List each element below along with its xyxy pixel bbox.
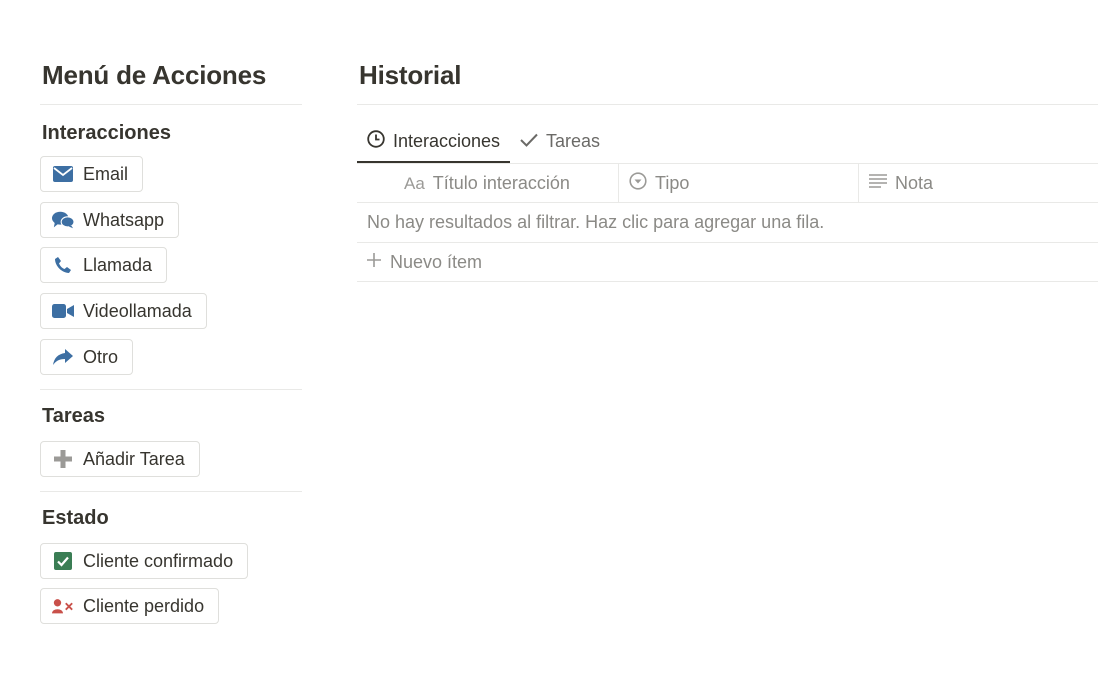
column-header-nota-label: Nota <box>895 173 934 193</box>
column-separator <box>858 164 859 203</box>
select-icon <box>629 172 647 195</box>
otro-button-label: Otro <box>83 346 119 367</box>
column-header-titulo[interactable]: Aa Título interacción <box>404 164 570 203</box>
add-task-button[interactable]: Añadir Tarea <box>40 441 200 477</box>
confirmed-client-button-label: Cliente confirmado <box>83 550 234 571</box>
divider <box>357 104 1098 105</box>
otro-button[interactable]: Otro <box>40 339 134 375</box>
email-button[interactable]: Email <box>40 156 144 192</box>
chat-bubbles-icon <box>52 209 74 231</box>
tab-interacciones[interactable]: Interacciones <box>367 120 500 163</box>
tab-tareas[interactable]: Tareas <box>520 120 600 163</box>
history-tabs: Interacciones Tareas <box>357 120 1098 164</box>
tab-interacciones-label: Interacciones <box>393 131 501 151</box>
text-type-icon: Aa <box>404 173 425 193</box>
new-item-row[interactable]: Nuevo ítem <box>357 243 1098 282</box>
divider <box>40 491 302 492</box>
column-header-tipo-label: Tipo <box>655 173 690 193</box>
history-title: Historial <box>359 60 462 90</box>
column-header-nota[interactable]: Nota <box>869 164 933 203</box>
tab-tareas-label: Tareas <box>546 131 601 151</box>
section-title-interacciones: Interacciones <box>42 122 171 144</box>
lost-client-button[interactable]: Cliente perdido <box>40 588 220 624</box>
column-header-titulo-label: Título interacción <box>432 173 570 193</box>
empty-results-message: No hay resultados al filtrar. Haz clic p… <box>367 212 825 232</box>
checkmark-icon <box>520 131 538 152</box>
mail-icon <box>52 163 74 185</box>
plus-icon <box>52 448 74 470</box>
confirmed-client-button[interactable]: Cliente confirmado <box>40 543 249 579</box>
phone-icon <box>52 254 74 276</box>
user-remove-icon <box>52 595 74 617</box>
whatsapp-button-label: Whatsapp <box>83 209 165 230</box>
whatsapp-button[interactable]: Whatsapp <box>40 202 180 238</box>
lost-client-button-label: Cliente perdido <box>83 595 205 616</box>
llamada-button-label: Llamada <box>83 254 153 275</box>
video-camera-icon <box>52 300 74 322</box>
column-header-tipo[interactable]: Tipo <box>629 164 689 203</box>
email-button-label: Email <box>83 163 129 184</box>
table-header: Aa Título interacción Tipo Nota <box>357 163 1098 203</box>
checkbox-icon <box>52 550 74 572</box>
section-title-tareas: Tareas <box>42 405 106 427</box>
llamada-button[interactable]: Llamada <box>40 247 168 283</box>
section-title-estado: Estado <box>42 507 109 529</box>
divider <box>40 389 302 390</box>
divider <box>40 104 302 105</box>
actions-menu-title: Menú de Acciones <box>42 60 267 90</box>
text-lines-icon <box>869 173 887 194</box>
videollamada-button[interactable]: Videollamada <box>40 293 207 329</box>
empty-results-row[interactable]: No hay resultados al filtrar. Haz clic p… <box>357 203 1098 243</box>
column-separator <box>618 164 619 203</box>
new-item-label: Nuevo ítem <box>390 251 483 272</box>
videollamada-button-label: Videollamada <box>83 300 192 321</box>
add-task-button-label: Añadir Tarea <box>83 448 185 469</box>
share-arrow-icon <box>52 346 74 368</box>
clock-icon <box>367 130 385 153</box>
plus-icon <box>366 252 382 273</box>
